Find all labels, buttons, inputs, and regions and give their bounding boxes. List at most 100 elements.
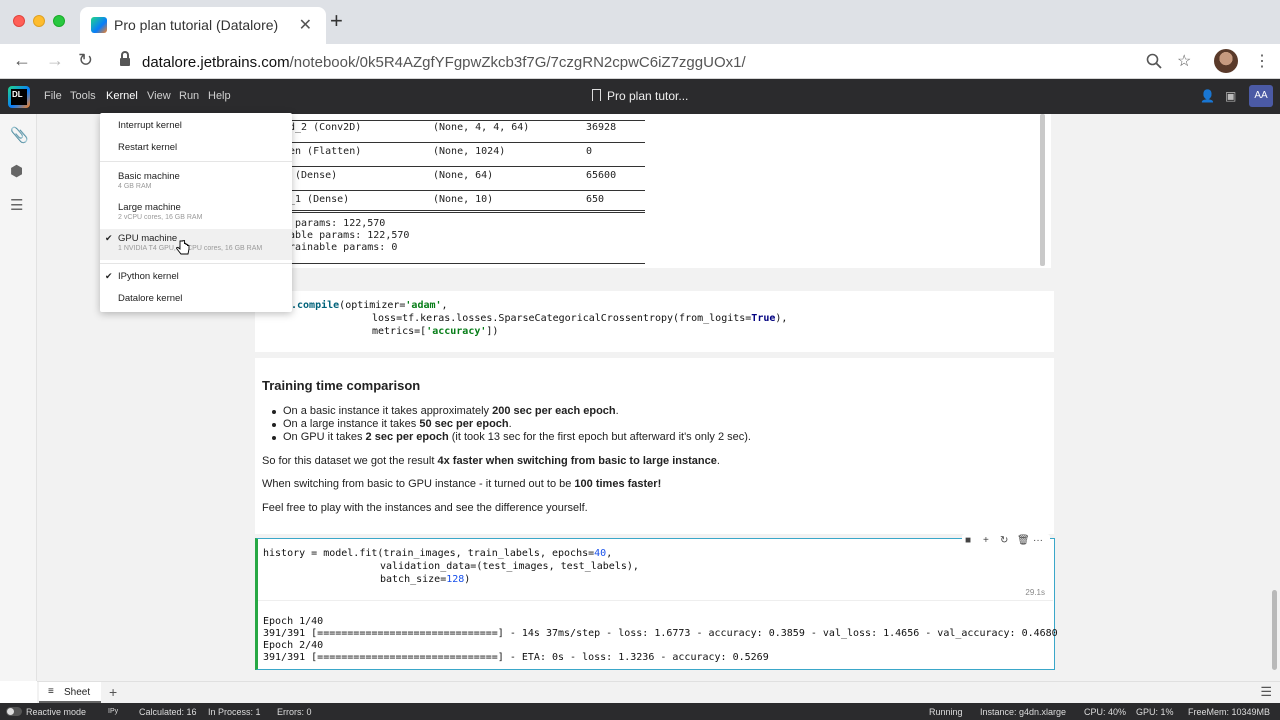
profile-avatar[interactable] bbox=[1214, 49, 1238, 73]
summary-shape: (None, 10) bbox=[433, 194, 494, 205]
bullet-item: On a large instance it takes 50 sec per … bbox=[272, 418, 512, 430]
output-line: 391/391 [==============================]… bbox=[263, 652, 769, 663]
kebab-icon[interactable]: ⋮ bbox=[1254, 51, 1270, 71]
summary-params: 36928 bbox=[586, 122, 617, 133]
summary-layer: en (Flatten) bbox=[289, 146, 362, 157]
window-maximize-button[interactable] bbox=[53, 15, 65, 27]
check-icon: ✔ bbox=[105, 233, 113, 243]
kernel-menu-dropdown: Interrupt kernel Restart kernel Basic ma… bbox=[100, 113, 292, 312]
window-close-button[interactable] bbox=[13, 15, 25, 27]
menu-view[interactable]: View bbox=[147, 90, 171, 102]
summary-nontrainable: rainable params: 0 bbox=[289, 242, 398, 253]
menu-run[interactable]: Run bbox=[179, 90, 199, 102]
back-icon[interactable]: ← bbox=[13, 50, 31, 70]
code-line: history = model.fit(train_images, train_… bbox=[263, 548, 613, 559]
fit-code-cell[interactable]: ■ + ↻ 🗑 ··· history = model.fit(train_im… bbox=[255, 534, 1058, 670]
output-line: Epoch 1/40 bbox=[263, 616, 324, 627]
compile-code-cell[interactable]: .compile(optimizer='adam', loss=tf.keras… bbox=[255, 291, 1054, 352]
kernel-badge: IPy bbox=[108, 708, 119, 715]
output-line: Epoch 2/40 bbox=[263, 640, 324, 651]
code-line: validation_data=(test_images, test_label… bbox=[380, 561, 639, 572]
summary-layer: (Dense) bbox=[289, 170, 338, 181]
summary-params: 0 bbox=[586, 146, 593, 157]
cpu-usage: CPU: 40% bbox=[1084, 707, 1127, 717]
app-header: DL File Tools Kernel View Run Help Pro p… bbox=[0, 79, 1280, 114]
code-line: .compile(optimizer='adam', bbox=[291, 300, 448, 311]
errors-count: Errors: 0 bbox=[277, 707, 312, 717]
datalore-logo[interactable]: DL bbox=[8, 86, 30, 108]
summary-trainable: able params: 122,570 bbox=[289, 230, 410, 241]
status-bar: Reactive mode IPy Calculated: 16 In Proc… bbox=[0, 703, 1280, 720]
calculated-count: Calculated: 16 bbox=[139, 707, 197, 717]
paragraph: When switching from basic to GPU instanc… bbox=[262, 478, 662, 490]
reactive-mode-toggle[interactable] bbox=[6, 707, 22, 716]
window-minimize-button[interactable] bbox=[33, 15, 45, 27]
check-icon: ✔ bbox=[105, 271, 113, 281]
summary-output-cell[interactable]: d_2 (Conv2D) (None, 4, 4, 64) 36928 en (… bbox=[255, 114, 1051, 268]
refresh-icon[interactable]: ↻ bbox=[1000, 535, 1008, 546]
menu-kernel[interactable]: Kernel bbox=[106, 90, 138, 102]
bullet-item: On a basic instance it takes approximate… bbox=[272, 405, 619, 417]
list-icon[interactable]: ☰ bbox=[10, 196, 23, 214]
summary-layer: d_2 (Conv2D) bbox=[289, 122, 362, 133]
forward-icon[interactable]: → bbox=[46, 50, 64, 70]
cell-toolbar: ■ + ↻ 🗑 ··· bbox=[962, 534, 1050, 550]
instance-type[interactable]: Instance: g4dn.xlarge bbox=[980, 707, 1066, 717]
new-tab-button[interactable]: + bbox=[330, 10, 343, 32]
code-line: loss=tf.keras.losses.SparseCategoricalCr… bbox=[372, 313, 788, 324]
markdown-cell[interactable]: Training time comparison On a basic inst… bbox=[255, 358, 1054, 534]
menu-tools[interactable]: Tools bbox=[70, 90, 96, 102]
bookmark-icon bbox=[592, 89, 601, 101]
sheets-menu-icon[interactable]: ☰ bbox=[1260, 684, 1272, 700]
browser-tab-bar: Pro plan tutorial (Datalore) ✕ + bbox=[0, 0, 1280, 44]
plus-icon[interactable]: + bbox=[983, 535, 989, 546]
kernel-state: Running bbox=[929, 707, 963, 717]
summary-table: d_2 (Conv2D) (None, 4, 4, 64) 36928 en (… bbox=[255, 114, 645, 268]
output-scrollbar[interactable] bbox=[1040, 114, 1045, 266]
search-icon[interactable] bbox=[1146, 53, 1162, 69]
address-bar: ← → ↻ datalore.jetbrains.com/notebook/0k… bbox=[0, 44, 1280, 79]
star-icon[interactable]: ☆ bbox=[1177, 51, 1191, 71]
more-icon[interactable]: ··· bbox=[1033, 535, 1043, 546]
trash-icon[interactable]: 🗑 bbox=[1017, 535, 1030, 546]
document-title[interactable]: Pro plan tutor... bbox=[592, 89, 688, 103]
summary-shape: (None, 4, 4, 64) bbox=[433, 122, 530, 133]
share-user-icon[interactable]: 👤 bbox=[1200, 89, 1215, 103]
code-line: batch_size=128) bbox=[380, 574, 471, 585]
paragraph: Feel free to play with the instances and… bbox=[262, 502, 588, 514]
sheet-tab[interactable]: ≡ Sheet bbox=[39, 682, 101, 703]
close-icon[interactable]: ✕ bbox=[299, 15, 312, 35]
sheet-bar: ≡ Sheet + ☰ bbox=[37, 681, 1280, 703]
add-sheet-button[interactable]: + bbox=[109, 684, 117, 700]
summary-shape: (None, 1024) bbox=[433, 146, 506, 157]
reload-icon[interactable]: ↻ bbox=[78, 50, 93, 70]
reactive-mode-label: Reactive mode bbox=[26, 707, 87, 717]
summary-layer: _1 (Dense) bbox=[289, 194, 350, 205]
menu-help[interactable]: Help bbox=[208, 90, 231, 102]
summary-params: 65600 bbox=[586, 170, 617, 181]
in-process-count: In Process: 1 bbox=[208, 707, 261, 717]
free-memory: FreeMem: 10349MB bbox=[1188, 707, 1271, 717]
menu-file[interactable]: File bbox=[44, 90, 62, 102]
summary-shape: (None, 64) bbox=[433, 170, 494, 181]
code-line: metrics=['accuracy']) bbox=[372, 326, 499, 337]
summary-params: 650 bbox=[586, 194, 605, 205]
user-avatar[interactable]: AA bbox=[1249, 85, 1273, 107]
paragraph: So for this dataset we got the result 4x… bbox=[262, 455, 720, 467]
stop-icon[interactable]: ■ bbox=[965, 535, 971, 546]
comments-icon[interactable]: ▣ bbox=[1225, 89, 1236, 103]
tab-title: Pro plan tutorial (Datalore) bbox=[114, 17, 279, 33]
output-line: 391/391 [==============================]… bbox=[263, 628, 1058, 639]
box-icon[interactable]: ⬢ bbox=[10, 162, 23, 180]
hand-cursor-icon bbox=[176, 240, 190, 255]
left-toolbar: 📎 ⬢ ☰ bbox=[0, 114, 37, 681]
url-input[interactable]: datalore.jetbrains.com/notebook/0k5R4AZg… bbox=[108, 48, 1208, 76]
lock-icon bbox=[120, 51, 130, 67]
gpu-usage: GPU: 1% bbox=[1136, 707, 1174, 717]
paperclip-icon[interactable]: 📎 bbox=[10, 126, 29, 144]
browser-tab[interactable]: Pro plan tutorial (Datalore) ✕ bbox=[80, 7, 326, 44]
bullet-item: On GPU it takes 2 sec per epoch (it took… bbox=[272, 431, 751, 443]
section-heading: Training time comparison bbox=[262, 378, 421, 393]
datalore-favicon-icon bbox=[91, 17, 107, 33]
notebook-scrollbar[interactable] bbox=[1272, 590, 1277, 670]
